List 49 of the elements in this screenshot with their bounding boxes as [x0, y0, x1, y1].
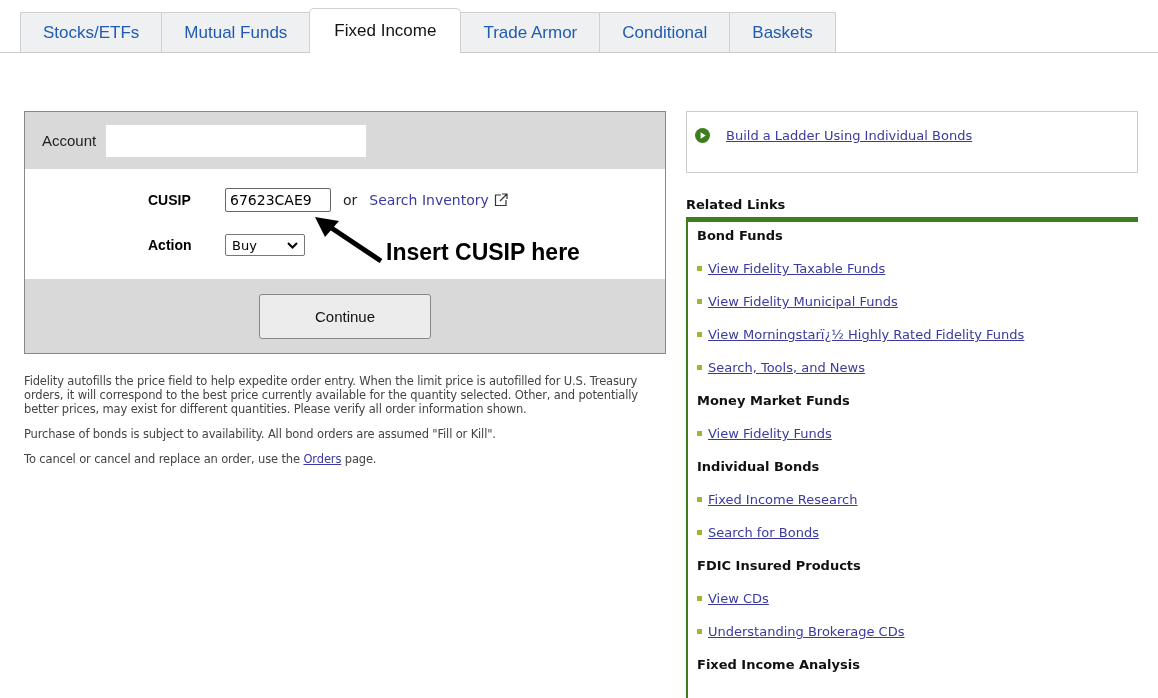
- continue-button[interactable]: Continue: [259, 293, 431, 339]
- bullet-icon: [697, 266, 702, 271]
- tab[interactable]: Stocks/ETFs: [20, 12, 163, 52]
- tab[interactable]: Baskets: [729, 12, 836, 52]
- arrow-annotation: [315, 217, 383, 263]
- related-link[interactable]: View Fidelity Funds: [708, 426, 832, 441]
- or-text: or: [343, 192, 358, 208]
- related-links-title: Related Links: [686, 197, 787, 212]
- account-label: Account: [42, 132, 97, 149]
- group-heading: FDIC Insured Products: [697, 558, 862, 575]
- external-link-icon: [493, 193, 508, 207]
- bullet-icon: [697, 299, 702, 304]
- cusip-field[interactable]: 67623CAE9: [225, 188, 331, 212]
- group-heading: Money Market Funds: [697, 393, 851, 410]
- related-link[interactable]: View Morningstarï¿½ Highly Rated Fidelity Funds: [708, 327, 1025, 342]
- action-dropdown[interactable]: Buy: [225, 234, 305, 256]
- related-link[interactable]: View Fidelity Taxable Funds: [708, 261, 886, 276]
- tab[interactable]: Mutual Funds: [161, 12, 311, 52]
- bullet-icon: [697, 497, 702, 502]
- cusip-label: CUSIP: [148, 192, 192, 208]
- note-text: Purchase of bonds is subject to availability. All bond orders are assumed "Fill or Kill".: [24, 427, 497, 441]
- ladder-link[interactable]: Build a Ladder Using Individual Bonds: [726, 128, 973, 143]
- tab[interactable]: Conditional: [599, 12, 731, 52]
- annotation-text: Insert CUSIP here: [386, 239, 580, 266]
- action-label: Action: [148, 237, 193, 253]
- related-link[interactable]: View Fidelity Municipal Funds: [708, 294, 898, 309]
- bullet-icon: [697, 332, 702, 337]
- related-link[interactable]: Understanding Brokerage CDs: [708, 624, 905, 639]
- note-text: To cancel or cancel and replace an order, use the Orders page.: [24, 452, 378, 466]
- tab[interactable]: Fixed Income: [309, 8, 462, 53]
- play-circle-icon: [695, 128, 710, 143]
- account-field[interactable]: [106, 124, 367, 157]
- group-heading: Individual Bonds: [697, 459, 821, 476]
- chevron-icon: [287, 241, 298, 249]
- group-heading: Bond Funds: [697, 228, 784, 245]
- bullet-icon: [697, 530, 702, 535]
- related-link[interactable]: Search, Tools, and News: [708, 360, 865, 375]
- note-text: Fidelity autofills the price field to help expedite order entry. When the limit price is autofilled for U.S. Treasury orders, it will correspond to the best price currently available for the quantity selected. Other, and potentially better prices, may exist for different quantities. Please verify all order information shown.: [24, 374, 639, 416]
- bullet-icon: [697, 596, 702, 601]
- tab[interactable]: Trade Armor: [460, 12, 601, 52]
- search-inventory-link[interactable]: Search Inventory: [369, 192, 489, 208]
- related-link[interactable]: Search for Bonds: [708, 525, 819, 540]
- bullet-icon: [697, 431, 702, 436]
- related-link[interactable]: Fixed Income Research: [708, 492, 858, 507]
- group-heading: Fixed Income Analysis: [697, 657, 861, 674]
- orders-link[interactable]: Orders: [303, 452, 342, 466]
- related-link[interactable]: View CDs: [708, 591, 769, 606]
- bullet-icon: [697, 629, 702, 634]
- bullet-icon: [697, 365, 702, 370]
